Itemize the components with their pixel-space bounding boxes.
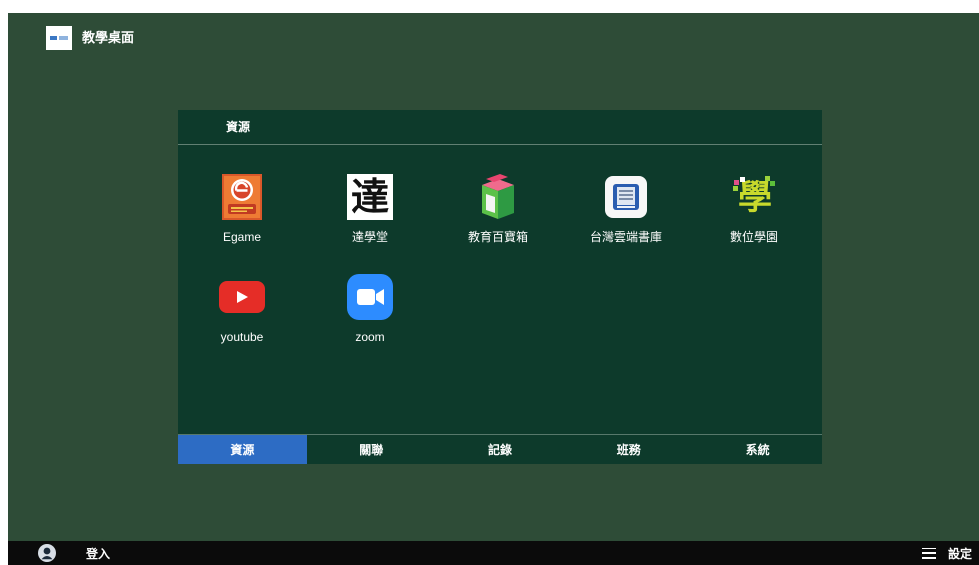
desktop-background: 教學桌面 資源 Egame 達 達學堂 教育百寶箱 台灣雲端書庫 學 數位學園 … [8, 13, 979, 541]
header-divider [178, 144, 822, 145]
app-label-cloud-library: 台灣雲端書庫 [589, 230, 662, 244]
settings-button[interactable]: 設定 [921, 541, 972, 565]
settings-label: 設定 [947, 546, 972, 561]
login-label: 登入 [86, 546, 111, 561]
treasure-box-icon [434, 172, 562, 222]
tab-system[interactable]: 系統 [693, 435, 822, 464]
digital-school-logo-glyph: 學 [738, 178, 772, 218]
app-label-youtube: youtube [220, 330, 264, 344]
avatar-icon [38, 544, 56, 562]
app-tile-digital-school[interactable]: 學 數位學園 [690, 172, 818, 248]
tab-label: 系統 [745, 443, 770, 457]
da-xue-tang-icon: 達 [306, 172, 434, 222]
tab-label: 班務 [616, 443, 641, 457]
app-title: 教學桌面 [82, 30, 135, 45]
login-button[interactable]: 登入 [38, 541, 110, 565]
app-tile-zoom[interactable]: zoom [306, 272, 434, 348]
app-logo-icon [46, 26, 72, 50]
tab-links[interactable]: 關聯 [307, 435, 436, 464]
desktop-screen: 教學桌面 資源 Egame 達 達學堂 教育百寶箱 台灣雲端書庫 學 數位學園 … [8, 13, 979, 565]
da-xue-tang-logo: 達 [347, 174, 393, 220]
category-tab-bar: 資源 關聯 記錄 班務 系統 [178, 434, 822, 464]
app-tile-youtube[interactable]: youtube [178, 272, 306, 348]
app-tile-treasure-box[interactable]: 教育百寶箱 [434, 172, 562, 248]
egame-icon [178, 172, 306, 222]
da-logo-glyph: 達 [350, 174, 389, 219]
tab-records[interactable]: 記錄 [436, 435, 565, 464]
app-tile-cloud-library[interactable]: 台灣雲端書庫 [562, 172, 690, 248]
pixel-square [740, 177, 745, 182]
app-label-zoom: zoom [355, 330, 385, 344]
app-label-treasure-box: 教育百寶箱 [467, 230, 528, 244]
tab-label: 關聯 [359, 443, 384, 457]
tab-class-affairs[interactable]: 班務 [564, 435, 693, 464]
tab-label: 記錄 [487, 443, 512, 457]
panel-header: 資源 [226, 120, 251, 134]
pixel-square [733, 186, 738, 191]
tab-label: 資源 [230, 443, 255, 457]
digital-school-logo: 學 [731, 176, 777, 218]
resource-panel: 資源 Egame 達 達學堂 教育百寶箱 台灣雲端書庫 學 數位學園 youtu… [178, 110, 822, 464]
tab-resources[interactable]: 資源 [178, 435, 307, 464]
zoom-icon [306, 272, 434, 322]
youtube-icon [178, 272, 306, 322]
app-tile-egame[interactable]: Egame [178, 172, 306, 248]
app-tile-da-xue-tang[interactable]: 達 達學堂 [306, 172, 434, 248]
cloud-library-icon [562, 172, 690, 222]
menu-icon [921, 547, 936, 559]
app-label-digital-school: 數位學園 [729, 230, 778, 244]
digital-school-icon: 學 [690, 172, 818, 222]
pixel-square [734, 180, 739, 185]
bottom-bar: 登入 設定 [8, 541, 979, 565]
app-label-egame: Egame [222, 230, 262, 244]
app-label-da-xue-tang: 達學堂 [351, 230, 388, 244]
pixel-square [770, 181, 775, 186]
